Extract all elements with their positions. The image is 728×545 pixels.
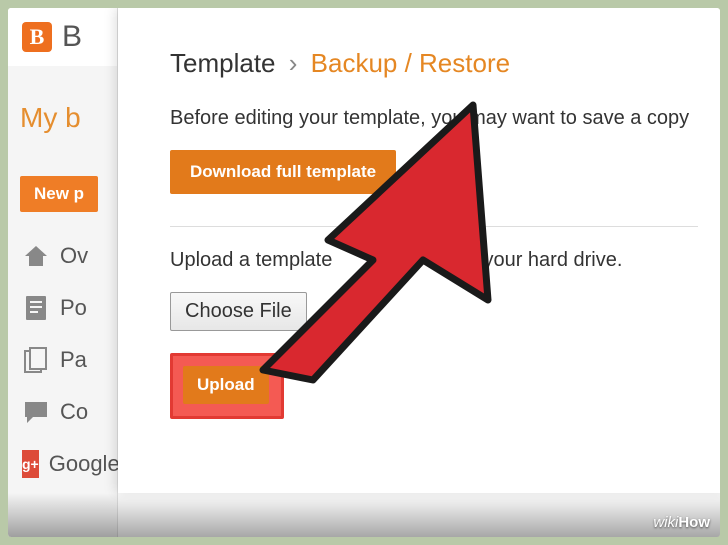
- nav-overview[interactable]: Ov: [22, 242, 117, 270]
- nav-googleplus[interactable]: g+ Google+: [22, 450, 117, 478]
- my-blogs-heading: My b: [8, 66, 117, 134]
- nav-label: Po: [60, 295, 87, 321]
- bottom-gradient: [8, 493, 720, 537]
- blogger-logo-icon: B: [22, 22, 52, 52]
- nav-pages[interactable]: Pa: [22, 346, 117, 374]
- nav-label: Ov: [60, 243, 88, 269]
- gplus-icon: g+: [22, 450, 39, 478]
- wikihow-watermark: wikiHow: [653, 514, 710, 531]
- page-frame: B B My b New p Ov Po: [8, 8, 720, 537]
- upload-button[interactable]: Upload: [183, 366, 269, 404]
- pages-icon: [22, 346, 50, 374]
- divider: [170, 226, 698, 227]
- backup-restore-modal: Template › Backup / Restore Before editi…: [118, 8, 720, 493]
- comments-icon: [22, 398, 50, 426]
- upload-highlight: Upload: [170, 353, 284, 419]
- nav-posts[interactable]: Po: [22, 294, 117, 322]
- logo-bar: B B: [8, 8, 117, 66]
- posts-icon: [22, 294, 50, 322]
- nav-label: Pa: [60, 347, 87, 373]
- breadcrumb: Template › Backup / Restore: [170, 48, 698, 79]
- home-icon: [22, 242, 50, 270]
- download-full-template-button[interactable]: Download full template: [170, 150, 396, 194]
- crumb-template[interactable]: Template: [170, 48, 276, 78]
- app-title: B: [62, 20, 82, 54]
- nav-label: Co: [60, 399, 88, 425]
- crumb-backup-restore: Backup / Restore: [311, 48, 510, 78]
- nav-comments[interactable]: Co: [22, 398, 117, 426]
- crumb-separator: ›: [289, 48, 298, 78]
- new-post-button[interactable]: New p: [20, 176, 98, 212]
- sidebar: B B My b New p Ov Po: [8, 8, 118, 537]
- upload-description: Upload a template your hard drive.: [170, 249, 698, 272]
- backup-description: Before editing your template, you may wa…: [170, 107, 698, 130]
- choose-file-button[interactable]: Choose File: [170, 292, 307, 331]
- nav-list: Ov Po Pa Co g+ Go: [8, 242, 117, 478]
